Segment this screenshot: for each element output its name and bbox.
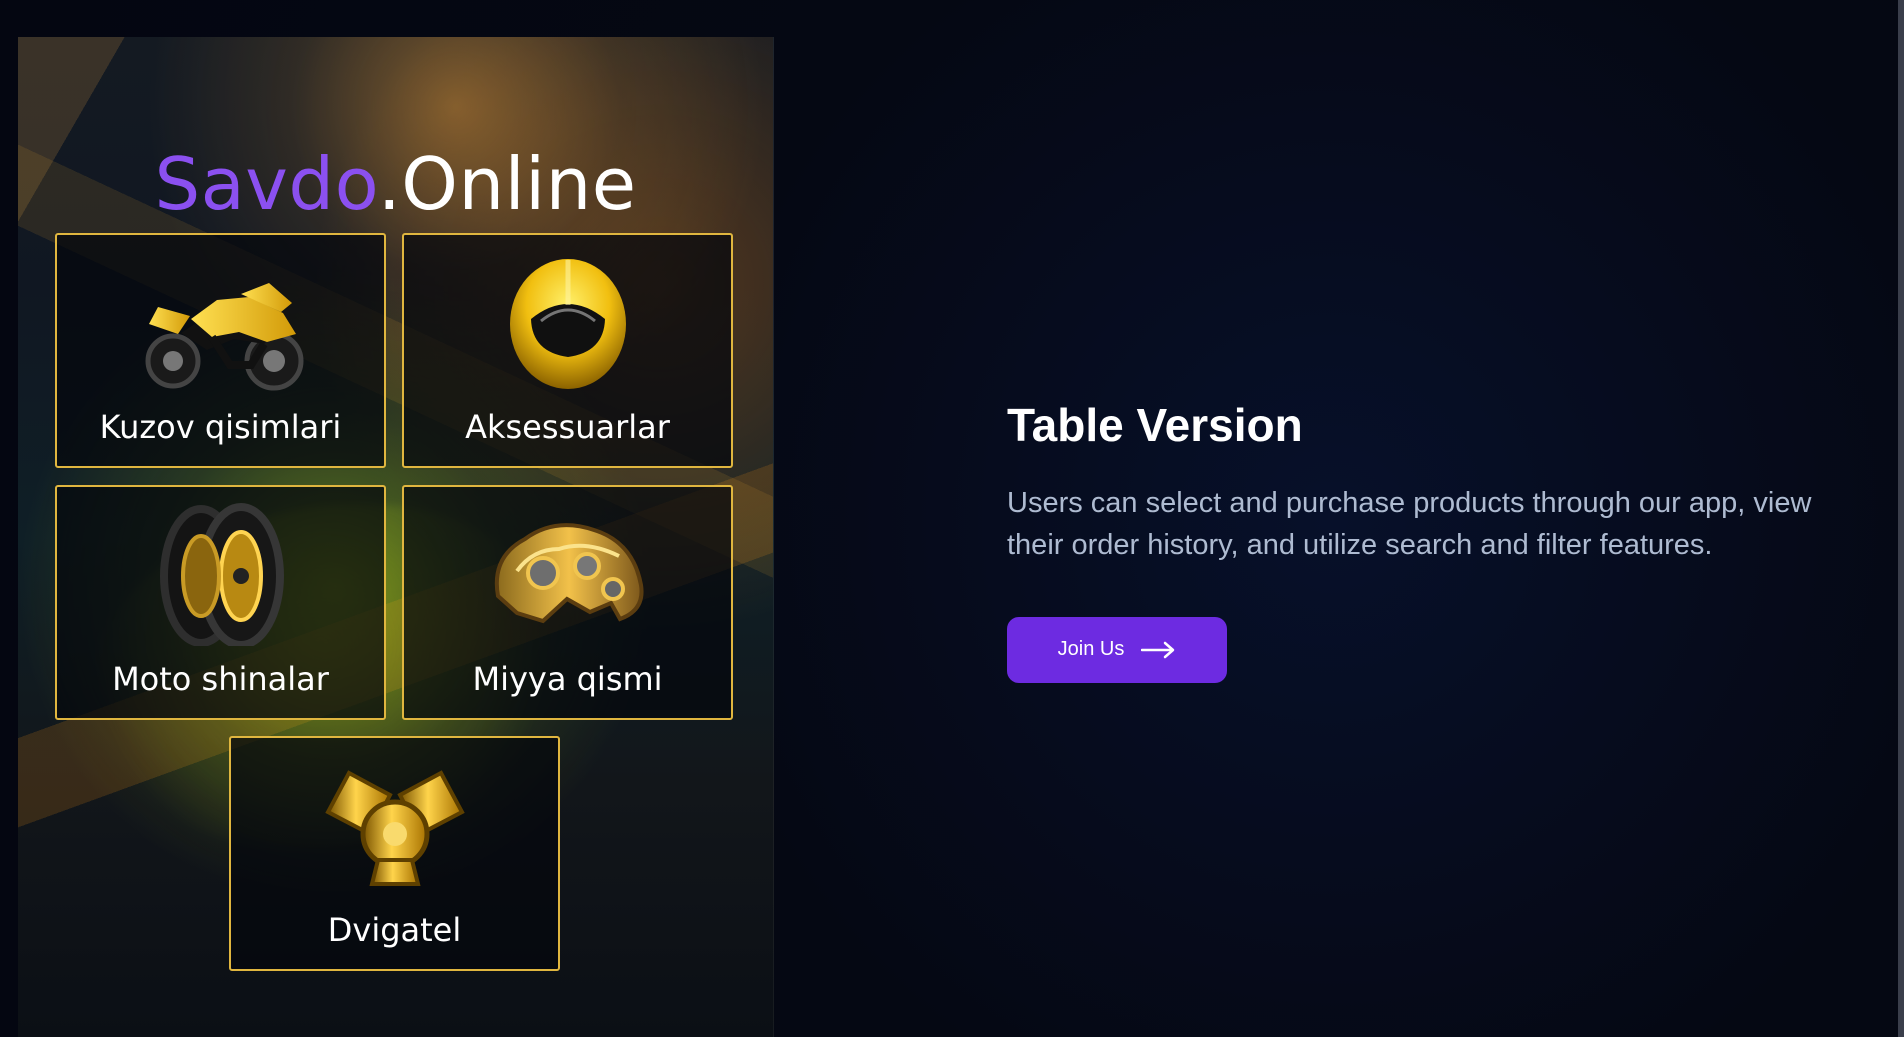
category-label: Aksessuarlar [465,408,670,446]
category-label: Dvigatel [327,911,462,949]
engine-icon [300,752,490,897]
scrollbar-thumb[interactable] [1898,0,1904,1037]
arrow-right-icon [1141,641,1176,659]
category-label: Miyya qismi [472,660,663,698]
category-card-dvigatel[interactable]: Dvigatel [229,736,560,971]
feature-content: Table Version Users can select and purch… [1007,400,1867,683]
hero-image-panel: Savdo.Online Kuzov qisimlari Aksessuarla… [18,37,774,1037]
motorcycle-icon [126,249,316,394]
category-card-aksessuarlar[interactable]: Aksessuarlar [402,233,733,468]
category-card-miyya-qismi[interactable]: Miyya qismi [402,485,733,720]
page-title: Table Version [1007,399,1303,451]
category-card-kuzov-qisimlari[interactable]: Kuzov qisimlari [55,233,386,468]
helmet-icon [473,249,663,394]
brand-accent: Savdo [154,142,378,226]
brand-rest: .Online [377,142,637,226]
feature-description: Users can select and purchase products t… [1007,486,1812,561]
join-us-label: Join Us [1057,638,1125,661]
tires-icon [126,501,316,649]
brand-logo: Savdo.Online [18,148,773,220]
category-label: Moto shinalar [112,660,329,698]
join-us-button[interactable]: Join Us [1007,616,1227,683]
mechanical-brain-icon [473,501,663,646]
page: Savdo.Online Kuzov qisimlari Aksessuarla… [0,0,1904,1037]
scrollbar-track[interactable] [1898,0,1904,1037]
category-label: Kuzov qisimlari [99,408,342,446]
category-card-moto-shinalar[interactable]: Moto shinalar [55,485,386,720]
